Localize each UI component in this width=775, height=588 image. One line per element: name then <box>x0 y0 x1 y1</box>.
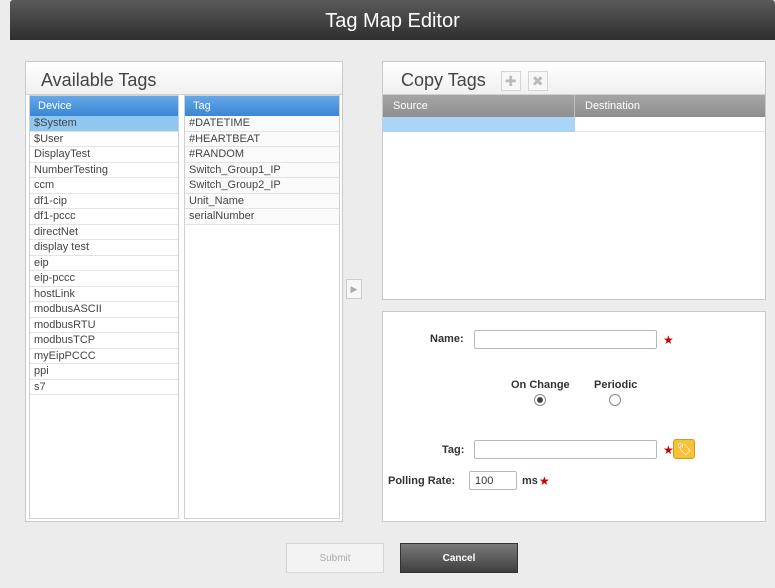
device-column-header[interactable]: Device <box>30 96 178 116</box>
tag-column-header[interactable]: Tag <box>185 96 339 116</box>
destination-header[interactable]: Destination <box>575 95 650 117</box>
list-item[interactable]: Unit_Name <box>185 193 339 209</box>
on-change-label: On Change <box>511 379 570 391</box>
list-item[interactable]: display test <box>30 240 178 256</box>
list-item[interactable]: $User <box>30 131 178 147</box>
list-item[interactable]: df1-pccc <box>30 209 178 225</box>
list-item[interactable]: myEipPCCC <box>30 348 178 364</box>
copy-table-header: Source Destination <box>383 95 765 117</box>
list-item[interactable]: hostLink <box>30 286 178 302</box>
tag-form-panel: Name: ★ On Change Periodic Tag: ★ 🏷 Poll… <box>382 311 766 522</box>
table-row[interactable] <box>383 117 765 132</box>
source-cell[interactable] <box>383 117 575 132</box>
list-item[interactable]: #HEARTBEAT <box>185 131 339 147</box>
available-tags-panel: Available Tags Device $System $User Displa… <box>25 61 343 522</box>
list-item[interactable]: serialNumber <box>185 209 339 225</box>
list-item[interactable]: s7 <box>30 379 178 395</box>
window-title: Tag Map Editor <box>325 10 460 32</box>
tag-input[interactable] <box>474 440 657 459</box>
polling-unit-label: ms <box>522 475 538 487</box>
name-label: Name: <box>430 333 464 345</box>
list-item[interactable]: df1-cip <box>30 193 178 209</box>
title-bar: Tag Map Editor <box>10 0 775 40</box>
on-change-radio[interactable] <box>534 394 546 406</box>
periodic-label: Periodic <box>594 379 638 391</box>
name-input[interactable] <box>474 330 657 349</box>
copy-tags-panel: Copy Tags ✚ ✖ Source Destination <box>382 61 766 300</box>
list-item[interactable]: NumberTesting <box>30 162 178 178</box>
copy-tags-header: Copy Tags ✚ ✖ <box>383 62 765 95</box>
periodic-radio[interactable] <box>609 394 621 406</box>
polling-required-marker: ★ <box>539 474 550 488</box>
plus-icon[interactable]: ✚ <box>500 71 521 92</box>
list-item[interactable]: #RANDOM <box>185 147 339 163</box>
list-item[interactable]: modbusTCP <box>30 333 178 349</box>
submit-button[interactable]: Submit <box>286 543 384 573</box>
move-right-icon[interactable]: ▶ <box>346 279 362 299</box>
list-item[interactable]: DisplayTest <box>30 147 178 163</box>
polling-rate-input[interactable] <box>469 471 517 490</box>
tag-list[interactable]: Tag #DATETIME #HEARTBEAT #RANDOM Switch_Gro… <box>184 95 340 519</box>
tag-icon[interactable]: 🏷 <box>673 439 695 459</box>
polling-rate-label: Polling Rate: <box>388 475 456 487</box>
tag-label: Tag: <box>442 444 465 456</box>
list-item[interactable]: eip-pccc <box>30 271 178 287</box>
device-list[interactable]: Device $System $User DisplayTest NumberTest… <box>29 95 179 519</box>
list-item[interactable]: directNet <box>30 224 178 240</box>
cancel-button[interactable]: Cancel <box>400 543 518 573</box>
list-item[interactable]: modbusRTU <box>30 317 178 333</box>
list-item[interactable]: eip <box>30 255 178 271</box>
name-required-marker: ★ <box>663 333 674 347</box>
source-header[interactable]: Source <box>383 95 575 117</box>
list-item[interactable]: Switch_Group1_IP <box>185 162 339 178</box>
destination-cell[interactable] <box>575 117 765 132</box>
list-item[interactable]: $System <box>30 116 178 132</box>
close-icon[interactable]: ✖ <box>527 71 548 92</box>
copy-tags-heading: Copy Tags <box>401 70 486 90</box>
list-item[interactable]: ccm <box>30 178 178 194</box>
list-item[interactable]: Switch_Group2_IP <box>185 178 339 194</box>
list-item[interactable]: #DATETIME <box>185 116 339 132</box>
available-tags-heading: Available Tags <box>26 62 342 95</box>
list-item[interactable]: modbusASCII <box>30 302 178 318</box>
list-item[interactable]: ppi <box>30 364 178 380</box>
